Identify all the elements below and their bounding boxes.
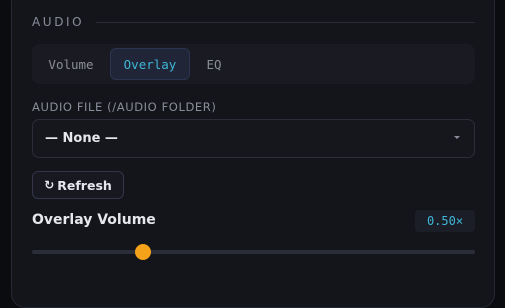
section-title: AUDIO bbox=[32, 15, 85, 29]
tab-overlay[interactable]: Overlay bbox=[110, 48, 190, 80]
refresh-button-label: Refresh bbox=[57, 177, 112, 193]
refresh-icon: ↻ bbox=[44, 178, 55, 192]
audio-file-select[interactable]: — None — bbox=[32, 119, 475, 158]
tab-eq[interactable]: EQ bbox=[194, 48, 234, 80]
audio-tabs: Volume Overlay EQ bbox=[32, 44, 475, 84]
section-header: AUDIO bbox=[32, 14, 475, 30]
slider-thumb[interactable] bbox=[134, 244, 151, 260]
section-divider bbox=[96, 21, 475, 23]
slider-track bbox=[32, 250, 475, 254]
tab-volume[interactable]: Volume bbox=[36, 48, 106, 80]
chevron-down-icon bbox=[454, 136, 460, 139]
overlay-volume-slider[interactable] bbox=[32, 244, 475, 260]
audio-file-selected: — None — bbox=[45, 131, 118, 146]
overlay-volume-label: Overlay Volume bbox=[32, 212, 156, 228]
refresh-button[interactable]: ↻ Refresh bbox=[32, 171, 124, 199]
overlay-volume-value: 0.50× bbox=[415, 210, 475, 232]
audio-file-label: AUDIO FILE (/AUDIO FOLDER) bbox=[32, 100, 217, 114]
